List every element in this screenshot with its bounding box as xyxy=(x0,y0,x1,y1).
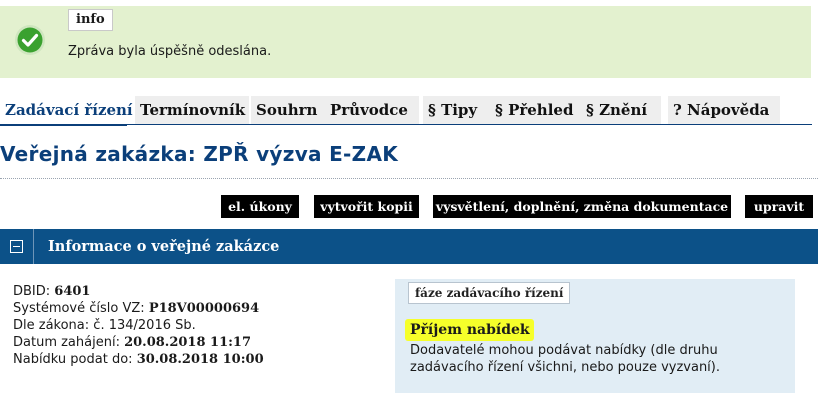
dbid-row: DBID: 6401 xyxy=(13,283,264,300)
law-row: Dle zákona: č. 134/2016 Sb. xyxy=(13,317,264,334)
start-row: Datum zahájení: 20.08.2018 11:17 xyxy=(13,334,264,351)
phase-panel: fáze zadávacího řízení Příjem nabídek Do… xyxy=(395,279,795,393)
el-ukony-button[interactable]: el. úkony xyxy=(221,195,299,218)
divider xyxy=(0,178,818,179)
tab-prehled[interactable]: § Přehled xyxy=(490,96,585,124)
law-label: Dle zákona: xyxy=(13,318,90,333)
law-value: č. 134/2016 Sb. xyxy=(93,318,196,333)
info-banner: info Zpráva byla úspěšně odeslána. xyxy=(0,6,811,78)
phase-description: Dodavatelé mohou podávat nabídky (dle dr… xyxy=(410,343,720,375)
copy-button[interactable]: vytvořit kopii xyxy=(314,195,419,218)
minus-icon xyxy=(10,240,23,253)
tab-terminovnik[interactable]: Termínovník xyxy=(135,96,249,124)
tab-napoveda[interactable]: ? Nápověda xyxy=(668,96,780,124)
tab-zadavaci-rizeni[interactable]: Zadávací řízení xyxy=(0,96,133,126)
dbid-label: DBID: xyxy=(13,284,51,299)
checkmark-icon xyxy=(15,25,45,55)
deadline-value: 30.08.2018 10:00 xyxy=(136,352,264,367)
tab-tipy[interactable]: § Tipy xyxy=(423,96,494,124)
sysnum-row: Systémové číslo VZ: P18V00000694 xyxy=(13,300,264,317)
start-label: Datum zahájení: xyxy=(13,335,120,350)
sysnum-label: Systémové číslo VZ: xyxy=(13,301,145,316)
start-value: 20.08.2018 11:17 xyxy=(124,335,252,350)
sysnum-value: P18V00000694 xyxy=(148,301,260,316)
tab-zneni[interactable]: § Znění xyxy=(581,96,661,124)
contract-info: DBID: 6401 Systémové číslo VZ: P18V00000… xyxy=(13,283,264,368)
phase-name: Příjem nabídek xyxy=(405,319,534,341)
info-label: info xyxy=(68,9,113,31)
page-title: Veřejná zakázka: ZPŘ výzva E-ZAK xyxy=(0,142,399,166)
clarification-button[interactable]: vysvětlení, doplnění, změna dokumentace xyxy=(433,195,731,218)
section-title: Informace o veřejné zakázce xyxy=(48,238,280,255)
edit-button[interactable]: upravit xyxy=(745,195,813,218)
deadline-row: Nabídku podat do: 30.08.2018 10:00 xyxy=(13,351,264,368)
banner-message: Zpráva byla úspěšně odeslána. xyxy=(68,44,272,59)
tab-souhrn[interactable]: Souhrn xyxy=(251,96,325,124)
dbid-value: 6401 xyxy=(54,284,91,299)
tab-pruvodce[interactable]: Průvodce xyxy=(325,96,419,124)
collapse-toggle[interactable] xyxy=(0,229,34,264)
section-header: Informace o veřejné zakázce xyxy=(0,229,818,264)
tab-underline xyxy=(0,124,812,125)
deadline-label: Nabídku podat do: xyxy=(13,352,133,367)
phase-tag: fáze zadávacího řízení xyxy=(408,282,571,304)
